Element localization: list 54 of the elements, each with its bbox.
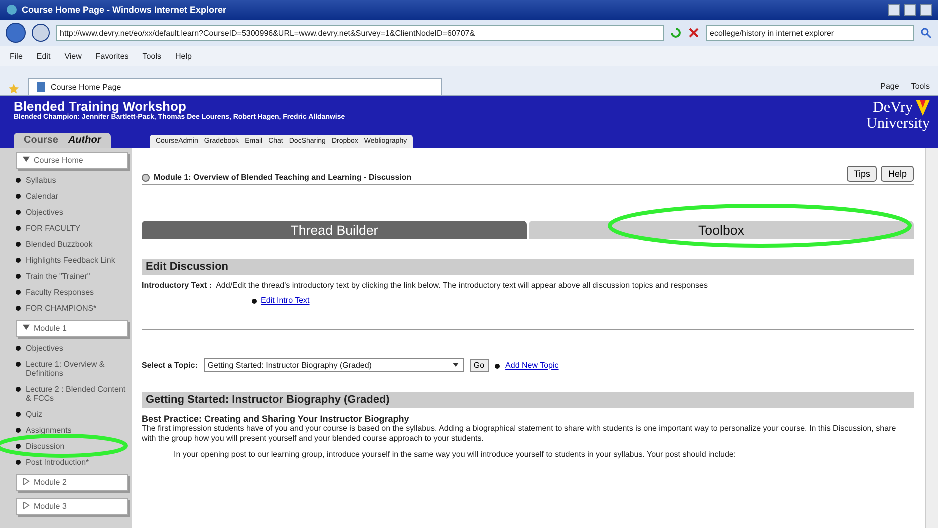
help-button[interactable]: Help [881, 166, 914, 182]
logo-text: University [866, 116, 930, 132]
add-topic-link[interactable]: Add New Topic [506, 360, 559, 370]
sidebar-section[interactable]: Module 3 [16, 498, 128, 515]
sidebar-item[interactable]: Train the "Trainer" [26, 272, 90, 281]
field-label: Introductory Text : [142, 281, 212, 290]
sidebar-item[interactable]: FOR FACULTY [26, 224, 81, 233]
section-heading: Getting Started: Instructor Biography (Graded) [142, 392, 914, 408]
sidebar-section[interactable]: Module 2 [16, 474, 128, 491]
go-button[interactable]: Go [470, 358, 489, 372]
sidebar-item[interactable]: Highlights Feedback Link [26, 256, 116, 265]
sidebar-item[interactable]: Syllabus [26, 176, 56, 185]
menu-item[interactable]: Edit [36, 52, 51, 60]
sidebar-item[interactable]: FOR CHAMPIONS* [26, 304, 97, 313]
edit-intro-link[interactable]: Edit Intro Text [261, 296, 310, 305]
sidebar-item[interactable]: Objectives [26, 344, 64, 353]
builder-tab[interactable]: Thread Builder [142, 221, 527, 239]
sidebar-item[interactable]: Calendar [26, 192, 58, 201]
sidebar-item[interactable]: Blended Buzzbook [26, 240, 93, 249]
menu-item[interactable]: View [64, 52, 82, 60]
sidebar-item[interactable]: Discussion [26, 442, 65, 451]
help-button[interactable]: Tips [846, 166, 878, 182]
sidebar-item[interactable]: Quiz [26, 410, 42, 419]
topic-paragraph: The first impression students have of you and your course is based on the syllabus. Adding a biographical statement to share with students is one important way to personalize your course. In this Discussion, share with the group how you will present yourself and your blended course approach to your students. [142, 424, 898, 444]
sidebar-item[interactable]: Lecture 1: Overview & Definitions [26, 360, 128, 378]
topic-subheading: Best Practice: Creating and Sharing Your Instructor Biography [142, 414, 410, 424]
mode-tab[interactable]: Author [64, 135, 106, 146]
menu-item[interactable]: Tools [142, 52, 162, 60]
menu-item[interactable]: File [10, 52, 23, 60]
command-button[interactable]: Tools [911, 82, 930, 90]
section-heading: Edit Discussion [142, 259, 914, 275]
course-title: Blended Training Workshop [14, 99, 188, 114]
logo-text: DeVry [873, 100, 913, 116]
builder-tab[interactable]: Toolbox [529, 221, 914, 239]
menu-item[interactable]: Help [175, 52, 192, 60]
sidebar-item[interactable]: Objectives [26, 208, 64, 217]
menu-item[interactable]: Favorites [96, 52, 129, 60]
intro-description: Add/Edit the thread's introductory text by clicking the link below. The introductory text will appear above all discussion topics and responses [216, 281, 708, 290]
sidebar-section[interactable]: Module 1 [16, 320, 128, 337]
sidebar-item[interactable]: Post Introduction* [26, 458, 90, 467]
mode-tab[interactable]: Course [20, 135, 62, 146]
command-button[interactable]: Page [880, 82, 900, 90]
topic-paragraph: In your opening post to our learning group, introduce yourself in the same way you will introduce yourself to students in your syllabus. Your post should include: [174, 450, 738, 460]
sidebar-section[interactable]: Course Home [16, 152, 128, 169]
search-field[interactable]: ecollege/history in internet explorer [706, 25, 914, 41]
address-field[interactable]: http://www.devry.net/eo/xx/default.learn?CourseID=5300996&URL=www.devry.net&Survey=1&ClientNodeID=60707& [56, 25, 664, 41]
sidebar-item[interactable]: Assignments [26, 426, 72, 435]
sidebar-item[interactable]: Lecture 2 : Blended Content & FCCs [26, 385, 128, 403]
page-title: Module 1: Overview of Blended Teaching and Learning - Discussion [154, 173, 412, 182]
sidebar-item[interactable]: Faculty Responses [26, 288, 94, 297]
field-label: Select a Topic: [142, 360, 198, 370]
browser-tab[interactable]: Course Home Page [28, 78, 442, 95]
topic-dropdown[interactable]: Getting Started: Instructor Biography (Graded) [204, 358, 464, 372]
window-title: Course Home Page - Windows Internet Explorer [22, 5, 226, 15]
